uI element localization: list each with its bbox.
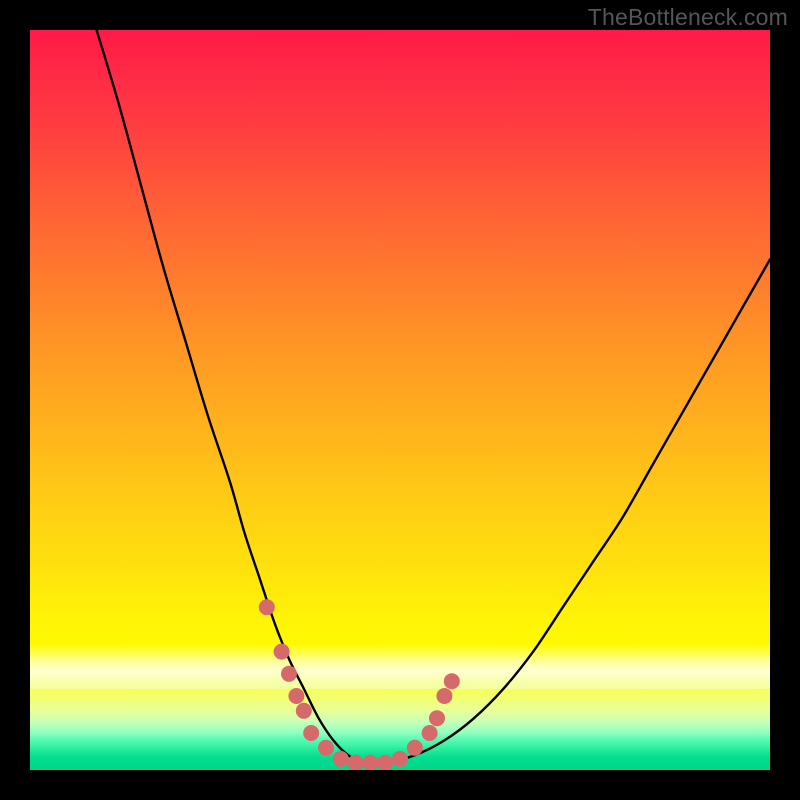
marker-dot [377, 755, 393, 770]
marker-dot [407, 740, 423, 756]
marker-dot [274, 644, 290, 660]
marker-dot [444, 673, 460, 689]
marker-dot [362, 755, 378, 770]
marker-dot [422, 725, 438, 741]
plot-area [30, 30, 770, 770]
marker-dot [259, 599, 275, 615]
marker-dot [318, 740, 334, 756]
marker-dot [348, 755, 364, 770]
highlight-markers [259, 599, 460, 770]
marker-dot [333, 751, 349, 767]
marker-dot [436, 688, 452, 704]
marker-dot [429, 710, 445, 726]
bottleneck-curve [97, 30, 770, 764]
marker-dot [296, 703, 312, 719]
chart-frame: TheBottleneck.com [0, 0, 800, 800]
marker-dot [392, 751, 408, 767]
marker-dot [281, 666, 297, 682]
marker-dot [303, 725, 319, 741]
marker-dot [288, 688, 304, 704]
watermark-text: TheBottleneck.com [588, 4, 788, 31]
curve-layer [30, 30, 770, 770]
